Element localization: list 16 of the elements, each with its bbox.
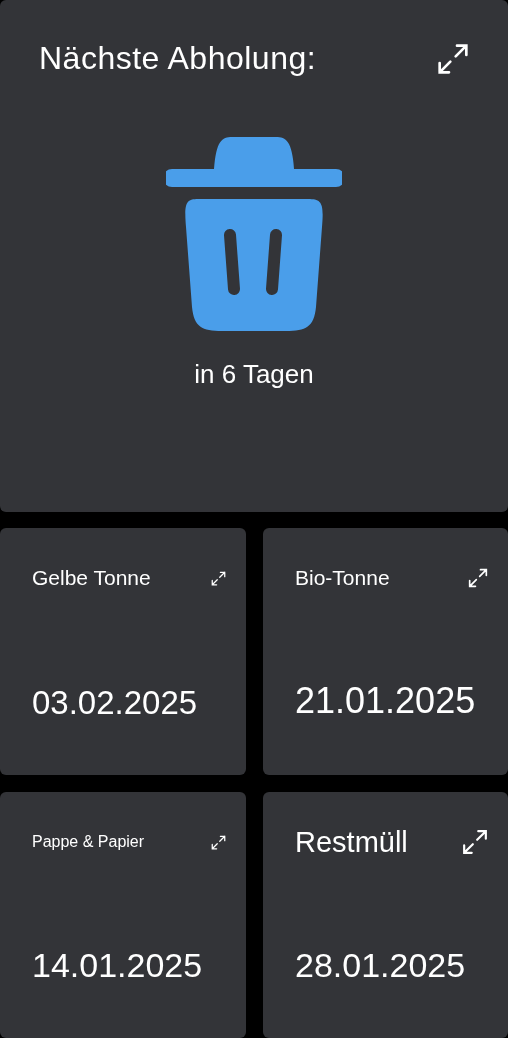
bin-title: Pappe & Papier [32,833,145,851]
bin-title: Restmüll [295,825,408,859]
card-title: Nächste Abholung: [39,40,317,77]
bin-title: Gelbe Tonne [32,566,151,590]
trash-can-icon [166,137,342,333]
expand-icon[interactable] [211,834,226,850]
pickup-date: 14.01.2025 [32,944,204,986]
expand-icon[interactable] [462,829,488,855]
bin-title: Bio-Tonne [295,566,390,590]
expand-icon[interactable] [437,42,469,75]
pickup-date: 03.02.2025 [32,682,199,723]
countdown-text: in 6 Tagen [194,359,314,390]
expand-icon[interactable] [211,570,226,586]
expand-icon[interactable] [468,568,488,588]
pickup-date: 21.01.2025 [295,679,477,723]
pickup-date: 28.01.2025 [295,944,467,986]
